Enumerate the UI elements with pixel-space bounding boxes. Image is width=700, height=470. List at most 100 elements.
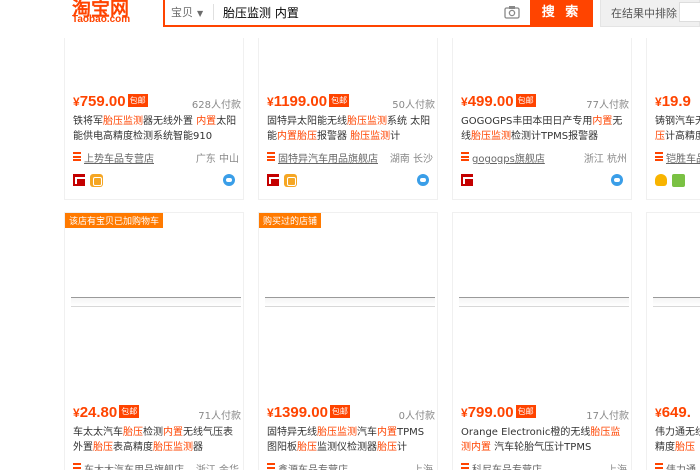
shop-icon [461,152,469,161]
price: ¥1399.00 包邮 [267,404,350,421]
shop-row: 车太太汽车用品旗舰店 浙江 金华 [73,461,239,470]
shop-link[interactable]: 车太太汽车用品旗舰店 [84,461,184,470]
product-card[interactable]: 购买过的店铺 ¥1399.00 包邮 0人付款 固特异无线胎压监测汽车内置TPMS… [258,212,438,470]
shop-link[interactable]: 上势车品专营店 [84,150,154,165]
title-text: 铁将军 [73,116,103,127]
search-scope-dropdown[interactable]: 宝贝 ▼ [171,4,203,20]
product-title[interactable]: 伟力通无线高精度胎压 [655,425,700,455]
product-image[interactable] [453,313,631,393]
tmall-icon[interactable] [267,174,281,186]
title-text: 检测 [143,427,163,438]
shop-link[interactable]: 铠胜车品 [666,150,700,165]
product-title[interactable]: 铁将军胎压监测器无线外置 内置太阳能供电高精度检测系统智能910 [73,114,239,144]
taobao-logo[interactable]: 淘宝网 Taobao.com [72,0,142,28]
title-text: 车太太汽车 [73,427,123,438]
paid-count: 77人付款 [586,100,629,111]
product-image[interactable] [647,31,700,87]
title-keyword-highlight: 内置 [592,116,613,127]
product-card[interactable]: ¥759.00 包邮 628人付款 铁将军胎压监测器无线外置 内置太阳能供电高精度… [64,30,244,200]
product-card[interactable]: ¥799.00 包邮 17人付款 Orange Electronic橙的无线胎压监… [452,212,632,470]
shop-location: 浙江 金华 [196,461,239,470]
title-keyword-highlight: 内置 [277,131,297,142]
title-text: Orange Electronic橙的无线 [461,427,591,438]
title-keyword-highlight: 胎压 [377,442,397,453]
shop-row: 固特异汽车用品旗舰店 湖南 长沙 [267,150,433,165]
title-text: 汽车 [357,427,377,438]
price-row: ¥759.00 包邮 628人付款 [73,93,241,111]
camera-icon[interactable] [504,4,520,20]
shop-location: 湖南 长沙 [389,154,433,165]
shop-link[interactable]: 固特异汽车用品旗舰店 [278,150,378,165]
shop-link[interactable]: 伟力通 [666,461,696,470]
exclude-filter-input[interactable] [679,2,700,22]
product-image[interactable] [259,313,437,393]
product-card[interactable]: ¥499.00 包邮 77人付款 GOGOGPS丰田本田日产专用内置无线胎压监测检… [452,30,632,200]
shop-link[interactable]: 鑫源车品专营店 [278,461,348,470]
product-title[interactable]: 车太太汽车胎压检测内置无线气压表外置胎压表高精度胎压监测器 [73,425,239,455]
price-value: 649. [661,404,691,421]
title-text: 计 [397,442,407,453]
title-text: 检测计TPMS报警器 [511,131,599,142]
product-title[interactable]: 固特异无线胎压监测汽车内置TPMS图阳板胎压监测仪检测器胎压计 [267,425,433,455]
price-row: ¥1199.00 包邮 50人付款 [267,93,435,111]
image-strip [265,297,435,307]
product-title[interactable]: 固特异太阳能无线胎压监测系统 太阳能内置胎压报警器 胎压监测计 [267,114,433,144]
wangwang-chat-icon[interactable] [417,174,429,186]
search-scope-label: 宝贝 [171,6,193,19]
shop-location: 广东 中山 [195,154,239,165]
shop-icon [655,152,663,161]
free-shipping-badge: 包邮 [127,94,148,107]
shop-row: 伟力通 [655,461,700,470]
title-text: 监测仪检测器 [317,442,377,453]
currency-symbol: ¥ [73,406,80,420]
free-shipping-badge: 包邮 [329,405,350,418]
crown-icon[interactable] [655,174,667,186]
free-shipping-badge: 包邮 [515,94,536,107]
wangwang-chat-icon[interactable] [611,174,623,186]
product-card[interactable]: 该店有宝贝已加购物车 ¥24.80 包邮 71人付款 车太太汽车胎压检测内置无线气… [64,212,244,470]
shop-icon [73,152,81,161]
product-card[interactable]: ¥649. 伟力通无线高精度胎压 伟力通 [646,212,700,470]
gold-seller-icon[interactable] [284,174,297,187]
title-text: 线 [695,427,700,438]
green-badge-icon[interactable] [672,174,685,187]
currency-symbol: ¥ [461,406,468,420]
price-row: ¥19.9 [655,93,700,110]
shop-row: 铠胜车品 [655,150,700,165]
product-image[interactable] [65,31,243,87]
tmall-icon[interactable] [73,174,87,186]
title-text: 固特异无线 [267,427,317,438]
product-card[interactable]: ¥1199.00 包邮 50人付款 固特异太阳能无线胎压监测系统 太阳能内置胎压报… [258,30,438,200]
shop-link[interactable]: 科尼车品专营店 [472,461,542,470]
shop-icon [73,463,81,470]
gold-seller-icon[interactable] [90,174,103,187]
product-title[interactable]: 铸钢汽车无胎压计高精度 [655,114,700,144]
product-title[interactable]: GOGOGPS丰田本田日产专用内置无线胎压监测检测计TPMS报警器 [461,114,627,144]
product-title[interactable]: Orange Electronic橙的无线胎压监测内置 汽车轮胎气压计TPMS [461,425,627,455]
product-card[interactable]: ¥19.9 铸钢汽车无胎压计高精度 铠胜车品 [646,30,700,200]
image-strip [459,297,629,307]
price: ¥799.00 包邮 [461,404,536,421]
search-button[interactable]: 搜 索 [530,0,593,25]
price-value: 19.9 [661,93,691,110]
search-bar: 宝贝 ▼ 搜 索 [163,0,593,27]
product-image[interactable] [259,31,437,87]
shop-link[interactable]: gogogps旗舰店 [472,150,545,165]
product-image[interactable] [647,313,700,393]
price-value: 499.00 [467,93,514,110]
currency-symbol: ¥ [655,95,662,109]
product-image[interactable] [65,313,243,393]
title-keyword-highlight: 内置 [377,427,397,438]
title-keyword-highlight: 胎压 [297,442,317,453]
product-image[interactable] [453,31,631,87]
price-value: 24.80 [79,404,118,421]
price-row: ¥1399.00 包邮 0人付款 [267,404,435,422]
wangwang-chat-icon[interactable] [223,174,235,186]
search-input[interactable] [223,3,493,21]
paid-count: 628人付款 [191,100,241,111]
currency-symbol: ¥ [267,95,274,109]
title-keyword-highlight: 胎压监测 [103,116,143,127]
title-text: 器 [193,442,203,453]
tmall-icon[interactable] [461,174,475,186]
price-row: ¥799.00 包邮 17人付款 [461,404,629,422]
